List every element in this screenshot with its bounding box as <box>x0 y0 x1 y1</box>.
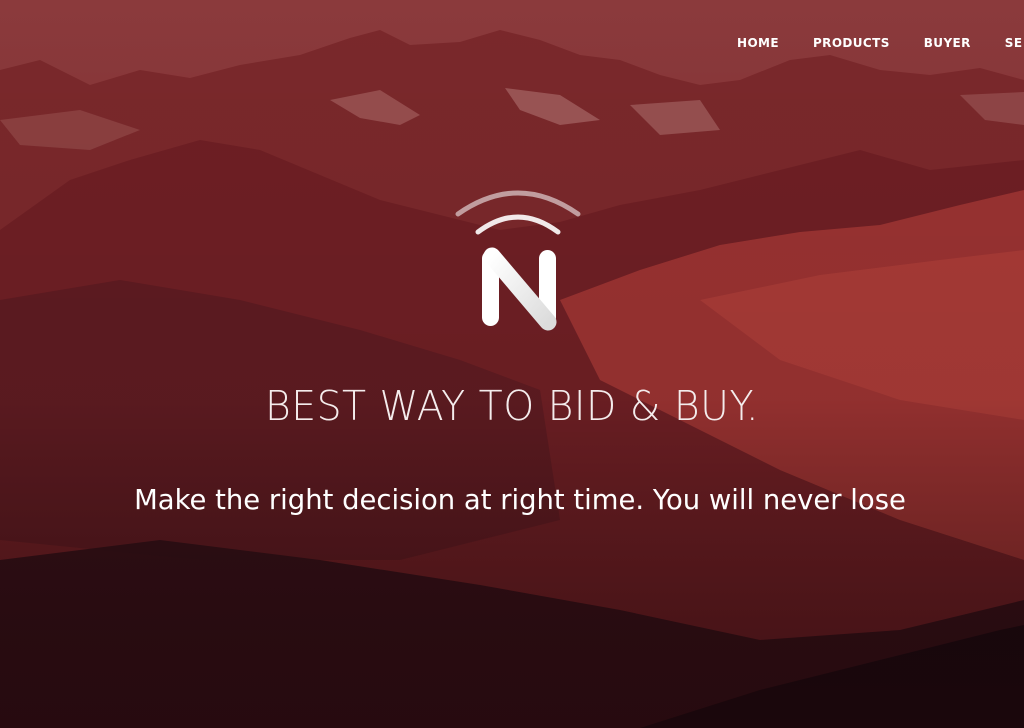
hero-headline: BEST WAY TO BID & BUY. <box>264 382 760 430</box>
top-navigation: HOME PRODUCTS BUYER SE <box>737 36 1022 50</box>
nav-seller-link[interactable]: SE <box>1005 36 1023 50</box>
nav-products-link[interactable]: PRODUCTS <box>813 36 890 50</box>
nav-buyer-link[interactable]: BUYER <box>924 36 971 50</box>
n-signal-logo-icon <box>455 190 581 331</box>
hero-subline: Make the right decision at right time. Y… <box>134 483 906 516</box>
hero-section: HOME PRODUCTS BUYER SE BEST WAY TO BID &… <box>0 0 1024 728</box>
nav-home-link[interactable]: HOME <box>737 36 779 50</box>
mountain-background-image <box>0 0 1024 728</box>
